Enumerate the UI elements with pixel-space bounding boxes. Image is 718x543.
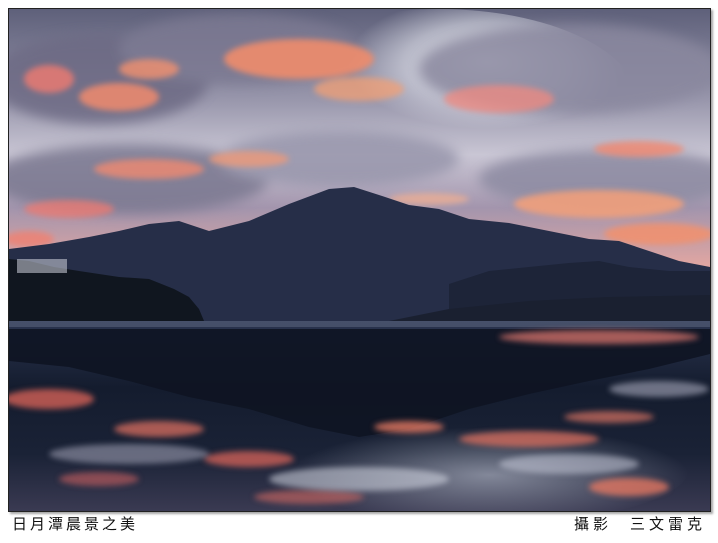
photo-frame: [8, 8, 711, 512]
photo-credit: 攝影 三文雷克: [574, 512, 706, 536]
lake-mountain-photo: [9, 9, 710, 511]
photo-title: 日月潭晨景之美: [12, 515, 139, 533]
photographer-name: 三文雷克: [629, 515, 706, 533]
credit-label: 攝影: [573, 515, 612, 533]
